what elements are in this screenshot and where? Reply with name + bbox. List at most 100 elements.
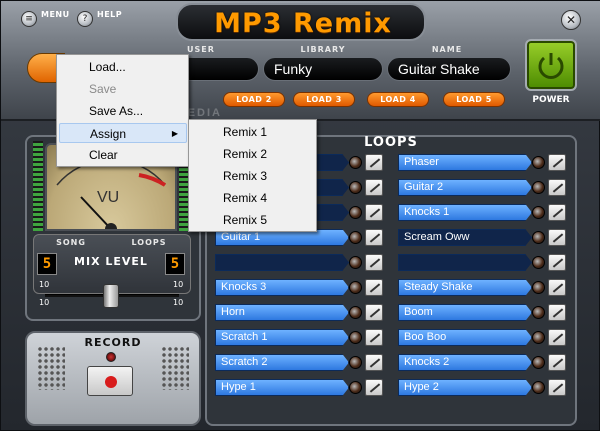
loop-slot[interactable]: Scream Oww [398,229,532,246]
loop-slot[interactable]: Guitar 2 [398,179,532,196]
power-button[interactable] [525,39,577,91]
loop-slot[interactable] [215,254,349,271]
power-label: POWER [532,95,570,105]
loop-slot[interactable]: Steady Shake [398,279,532,296]
mix-slider[interactable]: 10 10 10 10 [39,280,185,308]
loop-slot[interactable]: Horn [215,304,349,321]
edit-icon[interactable] [548,154,566,171]
loop-slot[interactable]: Scratch 1 [215,329,349,346]
user-caption: USER [187,45,215,54]
speaker-icon[interactable] [349,181,362,194]
speaker-icon[interactable] [349,231,362,244]
menu-item-assign-label: Assign [90,127,127,141]
speaker-icon[interactable] [349,381,362,394]
submenu-item-remix-1[interactable]: Remix 1 [191,122,315,142]
scale-label-left-top: 10 [39,280,50,289]
speaker-grille-right [161,346,189,390]
loop-slot[interactable]: Hype 2 [398,379,532,396]
library-caption: LIBRARY [300,45,346,54]
title-plate: MP3 Remix [176,3,426,41]
load-3-button[interactable]: LOAD 3 [293,92,355,107]
loop-slot[interactable]: Boom [398,304,532,321]
speaker-icon[interactable] [349,331,362,344]
load-4-button[interactable]: LOAD 4 [367,92,429,107]
speaker-icon[interactable] [532,331,545,344]
speaker-icon[interactable] [349,256,362,269]
scale-label-left-bottom: 10 [39,298,50,307]
library-field[interactable]: Funky [263,57,383,81]
record-led-icon [106,352,116,362]
load-5-button[interactable]: LOAD 5 [443,92,505,107]
mix-level-label: MIX LEVEL [74,255,148,268]
edit-icon[interactable] [365,254,383,271]
edit-icon[interactable] [548,204,566,221]
edit-icon[interactable] [365,179,383,196]
help-label: HELP [97,10,123,19]
edit-icon[interactable] [548,229,566,246]
edit-icon[interactable] [365,279,383,296]
speaker-icon[interactable] [532,181,545,194]
loop-slot[interactable] [398,254,532,271]
edit-icon[interactable] [548,304,566,321]
edit-icon[interactable] [548,329,566,346]
speaker-icon[interactable] [532,206,545,219]
loop-slot[interactable]: Knocks 1 [398,204,532,221]
submenu-arrow-icon: ▶ [171,129,178,138]
edit-icon[interactable] [548,354,566,371]
menu-item-save-as[interactable]: Save As... [59,101,187,121]
speaker-icon[interactable] [349,281,362,294]
loop-slot[interactable]: Knocks 2 [398,354,532,371]
help-icon[interactable]: ? [77,11,93,27]
loop-slot[interactable]: Phaser [398,154,532,171]
edit-icon[interactable] [365,354,383,371]
level-meter-left [33,141,43,231]
edit-icon[interactable] [365,229,383,246]
edit-icon[interactable] [548,279,566,296]
loops-caption: LOOPS [131,238,167,247]
scale-label-right-bottom: 10 [173,298,184,307]
speaker-icon[interactable] [532,231,545,244]
speaker-icon[interactable] [532,381,545,394]
name-field[interactable]: Guitar Shake [387,57,511,81]
loops-level-value: 5 [165,253,185,275]
speaker-icon[interactable] [349,306,362,319]
app-title: MP3 Remix [214,8,392,39]
edit-icon[interactable] [548,179,566,196]
loop-slot[interactable]: Knocks 3 [215,279,349,296]
edit-icon[interactable] [365,329,383,346]
edit-icon[interactable] [365,379,383,396]
edit-icon[interactable] [365,154,383,171]
speaker-icon[interactable] [532,256,545,269]
speaker-icon[interactable] [532,156,545,169]
record-button[interactable] [87,366,133,396]
menu-icon[interactable]: ≡ [21,11,37,27]
submenu-item-remix-3[interactable]: Remix 3 [191,166,315,186]
loop-slot[interactable]: Hype 1 [215,379,349,396]
close-button[interactable]: ✕ [561,10,581,30]
submenu-item-remix-5[interactable]: Remix 5 [191,210,315,230]
speaker-icon[interactable] [349,356,362,369]
speaker-grille-left [37,346,65,390]
menu-item-assign[interactable]: Assign ▶ [59,123,187,143]
edit-icon[interactable] [548,379,566,396]
song-caption: SONG [56,238,86,247]
power-icon [538,53,564,79]
speaker-icon[interactable] [349,156,362,169]
speaker-icon[interactable] [532,356,545,369]
menu-item-load[interactable]: Load... [59,57,187,77]
menu-item-clear[interactable]: Clear [59,145,187,165]
submenu-item-remix-2[interactable]: Remix 2 [191,144,315,164]
submenu-item-remix-4[interactable]: Remix 4 [191,188,315,208]
load-2-button[interactable]: LOAD 2 [223,92,285,107]
record-dot-icon [105,376,117,388]
context-menu: Load... Save Save As... Assign ▶ Clear [56,54,189,167]
edit-icon[interactable] [365,204,383,221]
loop-slot[interactable]: Boo Boo [398,329,532,346]
edit-icon[interactable] [548,254,566,271]
speaker-icon[interactable] [349,206,362,219]
speaker-icon[interactable] [532,281,545,294]
speaker-icon[interactable] [532,306,545,319]
mix-slider-knob[interactable] [103,284,119,308]
loop-slot[interactable]: Scratch 2 [215,354,349,371]
edit-icon[interactable] [365,304,383,321]
